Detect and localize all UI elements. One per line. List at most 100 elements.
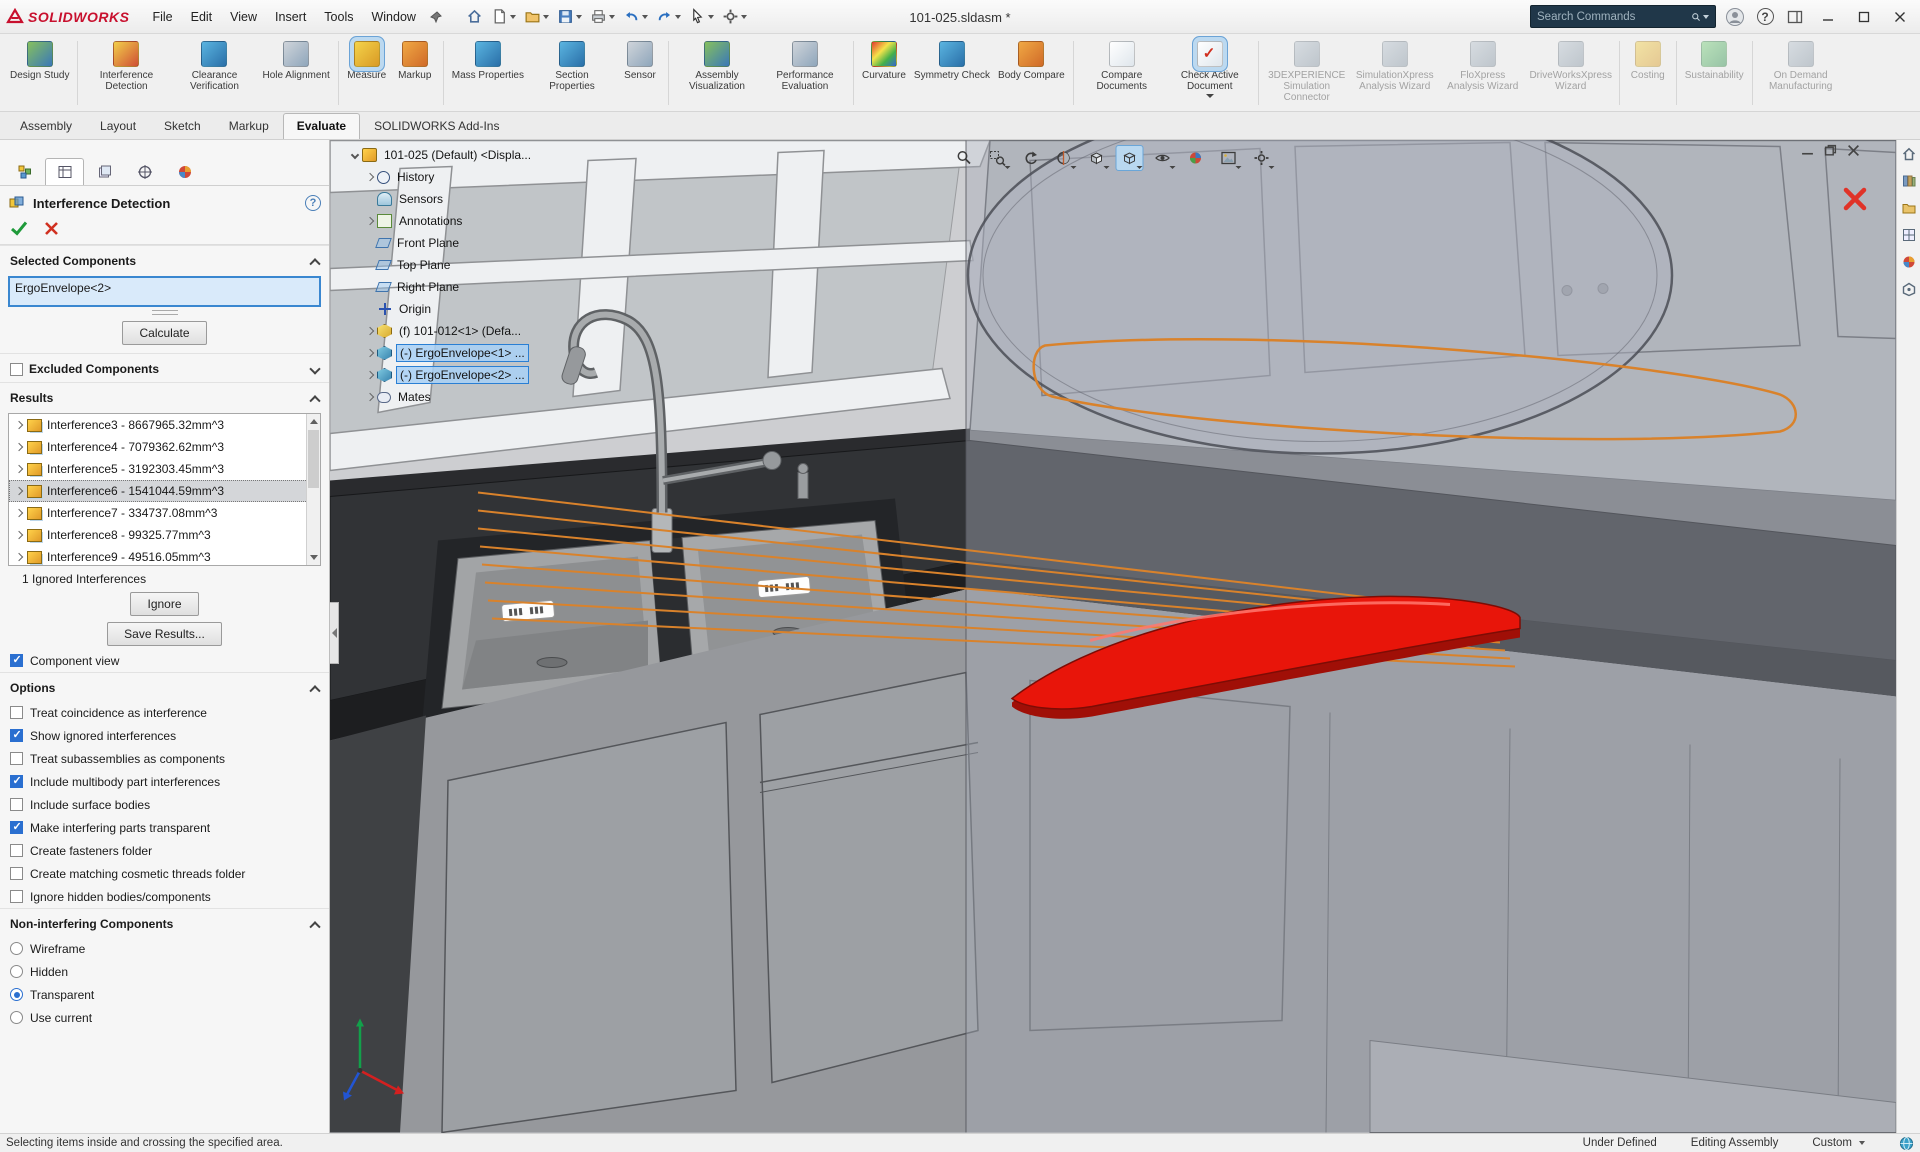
ignore-button[interactable]: Ignore <box>130 592 198 616</box>
result-row[interactable]: Interference4 - 7079362.62mm^3 <box>9 436 320 458</box>
costing-button[interactable]: Costing <box>1624 39 1672 83</box>
save-icon[interactable] <box>554 6 585 27</box>
tree-item-101-012[interactable]: (f) 101-012<1> (Defa... <box>367 320 534 342</box>
expand-arrow-icon[interactable] <box>15 553 23 561</box>
home-icon[interactable] <box>463 6 486 27</box>
performance-evaluation-button[interactable]: Performance Evaluation <box>761 39 849 94</box>
option-checkbox[interactable] <box>10 729 23 742</box>
check-active-document-button[interactable]: Check Active Document <box>1166 39 1254 100</box>
cancel-x-icon[interactable] <box>44 221 59 236</box>
chevron-down-icon[interactable] <box>1206 94 1214 98</box>
tree-item-top-plane[interactable]: Top Plane <box>367 254 534 276</box>
section-properties-button[interactable]: Section Properties <box>528 39 616 94</box>
menu-tools[interactable]: Tools <box>315 6 362 28</box>
on-demand-manufacturing-button[interactable]: On Demand Manufacturing <box>1757 39 1845 94</box>
zoom-area-icon[interactable] <box>985 146 1011 170</box>
tab-assembly[interactable]: Assembly <box>6 113 86 139</box>
expand-arrow-icon[interactable] <box>15 531 23 539</box>
collapse-icon[interactable] <box>309 395 320 406</box>
listbox-resize-grip[interactable] <box>152 310 178 315</box>
symmetry-check-button[interactable]: Symmetry Check <box>910 39 994 83</box>
interference-detection-button[interactable]: Interference Detection <box>82 39 170 94</box>
menu-file[interactable]: File <box>143 6 181 28</box>
user-avatar[interactable] <box>1724 6 1746 28</box>
tree-item-history[interactable]: History <box>367 166 534 188</box>
panel-collapse-handle[interactable] <box>330 602 339 664</box>
scroll-down-icon[interactable] <box>310 555 318 560</box>
expand-arrow-icon[interactable] <box>15 465 23 473</box>
option-checkbox[interactable] <box>10 706 23 719</box>
configurationmanager-tab-icon[interactable] <box>85 158 124 185</box>
results-header[interactable]: Results <box>0 382 329 411</box>
expand-arrow-icon[interactable] <box>366 173 374 181</box>
search-dropdown-icon[interactable] <box>1703 15 1709 19</box>
menu-window[interactable]: Window <box>362 6 424 28</box>
wireframe-radio[interactable] <box>10 942 23 955</box>
menu-view[interactable]: View <box>221 6 266 28</box>
expand-arrow-icon[interactable] <box>366 371 374 379</box>
search-input[interactable] <box>1537 11 1691 23</box>
selected-components-header[interactable]: Selected Components <box>0 245 329 274</box>
tree-item-ergoenvelope-2[interactable]: (-) ErgoEnvelope<2> ... <box>367 364 534 386</box>
expand-arrow-icon[interactable] <box>15 443 23 451</box>
command-search[interactable] <box>1530 5 1716 28</box>
custom-units-dropdown[interactable]: Custom <box>1812 1137 1865 1149</box>
tree-item-sensors[interactable]: Sensors <box>367 188 534 210</box>
view-settings-icon[interactable] <box>1249 146 1275 170</box>
tree-root-item[interactable]: 101-025 (Default) <Displa... <box>352 144 534 166</box>
result-row[interactable]: Interference3 - 8667965.32mm^3 <box>9 414 320 436</box>
tree-item-annotations[interactable]: Annotations <box>367 210 534 232</box>
markup-button[interactable]: Markup <box>391 39 439 83</box>
maximize-button[interactable] <box>1850 4 1878 30</box>
collapse-icon[interactable] <box>309 921 320 932</box>
option-checkbox[interactable] <box>10 752 23 765</box>
tree-item-right-plane[interactable]: Right Plane <box>367 276 534 298</box>
selected-component-entry[interactable]: ErgoEnvelope<2> <box>15 281 314 295</box>
mass-properties-button[interactable]: Mass Properties <box>448 39 528 83</box>
confirmation-corner-cancel-icon[interactable] <box>1842 186 1868 212</box>
tab-evaluate[interactable]: Evaluate <box>283 113 360 139</box>
home-icon[interactable] <box>1900 145 1918 163</box>
option-checkbox[interactable] <box>10 867 23 880</box>
viewport-minimize-icon[interactable] <box>1801 144 1814 157</box>
expand-arrow-icon[interactable] <box>366 393 374 401</box>
curvature-button[interactable]: Curvature <box>858 39 910 83</box>
graphics-viewport[interactable]: 101-025 (Default) <Displa... History Sen… <box>330 140 1896 1133</box>
tree-item-ergoenvelope-1[interactable]: (-) ErgoEnvelope<1> ... <box>367 342 534 364</box>
expand-arrow-icon[interactable] <box>366 349 374 357</box>
display-style-icon[interactable] <box>1117 146 1143 170</box>
search-icon[interactable] <box>1691 10 1701 24</box>
collapse-icon[interactable] <box>309 258 320 269</box>
hidden-radio[interactable] <box>10 965 23 978</box>
print-icon[interactable] <box>587 6 618 27</box>
ok-check-icon[interactable] <box>10 220 28 236</box>
viewport-3d-scene[interactable] <box>330 140 1896 1133</box>
expand-icon[interactable] <box>309 363 320 374</box>
panel-help-icon[interactable]: ? <box>305 195 321 211</box>
layout-pane-icon[interactable] <box>1784 6 1806 28</box>
simulationxpress-wizard-button[interactable]: SimulationXpress Analysis Wizard <box>1351 39 1439 94</box>
sustainability-button[interactable]: Sustainability <box>1681 39 1748 83</box>
excluded-components-header[interactable]: Excluded Components <box>0 353 329 382</box>
custom-properties-icon[interactable] <box>1900 280 1918 298</box>
minimize-button[interactable] <box>1814 4 1842 30</box>
expand-arrow-icon[interactable] <box>366 327 374 335</box>
sensor-button[interactable]: Sensor <box>616 39 664 83</box>
undo-icon[interactable] <box>620 6 651 27</box>
measure-button[interactable]: Measure <box>343 39 391 83</box>
pin-icon[interactable] <box>425 6 447 28</box>
tab-layout[interactable]: Layout <box>86 113 150 139</box>
save-results-button[interactable]: Save Results... <box>107 622 222 646</box>
dimxpertmanager-tab-icon[interactable] <box>125 158 164 185</box>
options-icon[interactable] <box>719 6 750 27</box>
previous-view-icon[interactable] <box>1018 146 1044 170</box>
viewport-restore-icon[interactable] <box>1824 144 1837 157</box>
excluded-components-checkbox[interactable] <box>10 363 23 376</box>
apply-scene-icon[interactable] <box>1216 146 1242 170</box>
collapse-icon[interactable] <box>309 685 320 696</box>
scrollbar-thumb[interactable] <box>308 430 319 488</box>
design-study-button[interactable]: Design Study <box>6 39 73 83</box>
result-row[interactable]: Interference5 - 3192303.45mm^3 <box>9 458 320 480</box>
propertymanager-tab-icon[interactable] <box>45 158 84 185</box>
tree-item-origin[interactable]: Origin <box>367 298 534 320</box>
